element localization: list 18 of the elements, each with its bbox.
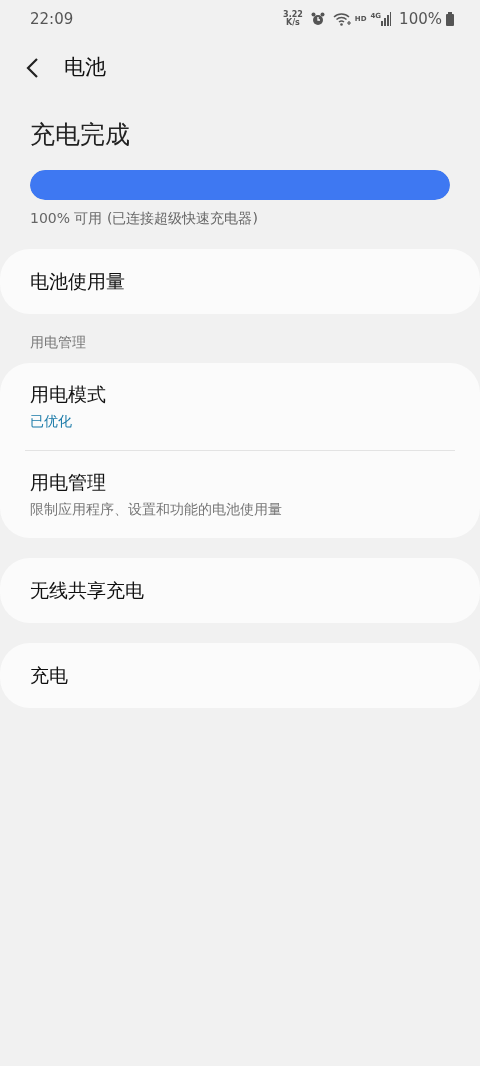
network-speed: K/s [286, 19, 300, 27]
charge-status: 充电完成 [30, 119, 131, 151]
back-button[interactable] [26, 57, 40, 79]
wifi-icon [332, 12, 351, 26]
battery-caption: 100% 可用 (已连接超级快速充电器) [30, 208, 259, 228]
network-speed: 3.22 [283, 11, 303, 19]
settings-item[interactable]: 充电 [0, 642, 480, 708]
settings-item[interactable]: 用电模式 已优化 [0, 362, 480, 450]
settings-item[interactable]: 用电管理 限制应用程序、设置和功能的电池使用量 [0, 450, 480, 538]
settings-item[interactable]: 无线共享充电 [0, 557, 480, 623]
section-header: 用电管理 [30, 332, 87, 352]
battery-icon [446, 12, 454, 26]
signal-icon [381, 12, 392, 26]
page-title: 电池 [64, 54, 106, 82]
alarm-icon [310, 12, 325, 26]
settings-item[interactable]: 电池使用量 [0, 248, 480, 314]
battery-percentage: 100% [399, 8, 442, 30]
status-time: 22:09 [30, 8, 74, 30]
